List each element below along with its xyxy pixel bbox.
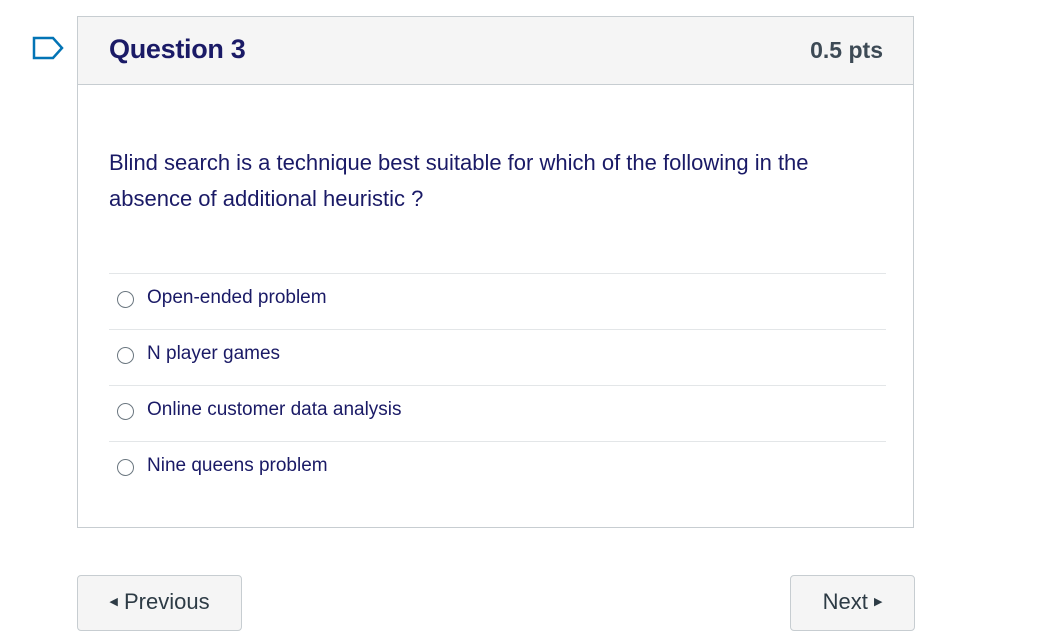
answer-label[interactable]: N player games	[147, 343, 280, 365]
radio-button[interactable]	[117, 403, 134, 420]
answer-label[interactable]: Online customer data analysis	[147, 399, 402, 421]
answer-option[interactable]: Open-ended problem	[109, 273, 886, 329]
answer-option[interactable]: Online customer data analysis	[109, 385, 886, 441]
caret-left-icon: ◀	[109, 596, 118, 608]
answer-list: Open-ended problem N player games Online…	[109, 273, 886, 497]
question-text: Blind search is a technique best suitabl…	[109, 150, 809, 211]
answer-option[interactable]: N player games	[109, 329, 886, 385]
radio-button[interactable]	[117, 459, 134, 476]
answer-option[interactable]: Nine queens problem	[109, 441, 886, 497]
next-label: Next	[822, 589, 868, 614]
flag-question-icon[interactable]	[32, 36, 64, 60]
answer-label[interactable]: Nine queens problem	[147, 455, 328, 477]
radio-button[interactable]	[117, 291, 134, 308]
question-title: Question 3	[109, 34, 246, 64]
radio-button[interactable]	[117, 347, 134, 364]
previous-button[interactable]: ◀ Previous	[77, 575, 242, 631]
previous-label: Previous	[124, 589, 210, 614]
question-points: 0.5 pts	[810, 37, 883, 63]
question-card: Question 3 0.5 pts Blind search is a tec…	[77, 16, 914, 528]
answer-label[interactable]: Open-ended problem	[147, 287, 327, 309]
caret-right-icon: ▶	[873, 596, 883, 608]
next-button[interactable]: Next ▶	[790, 575, 915, 631]
question-header: Question 3 0.5 pts	[78, 17, 913, 85]
